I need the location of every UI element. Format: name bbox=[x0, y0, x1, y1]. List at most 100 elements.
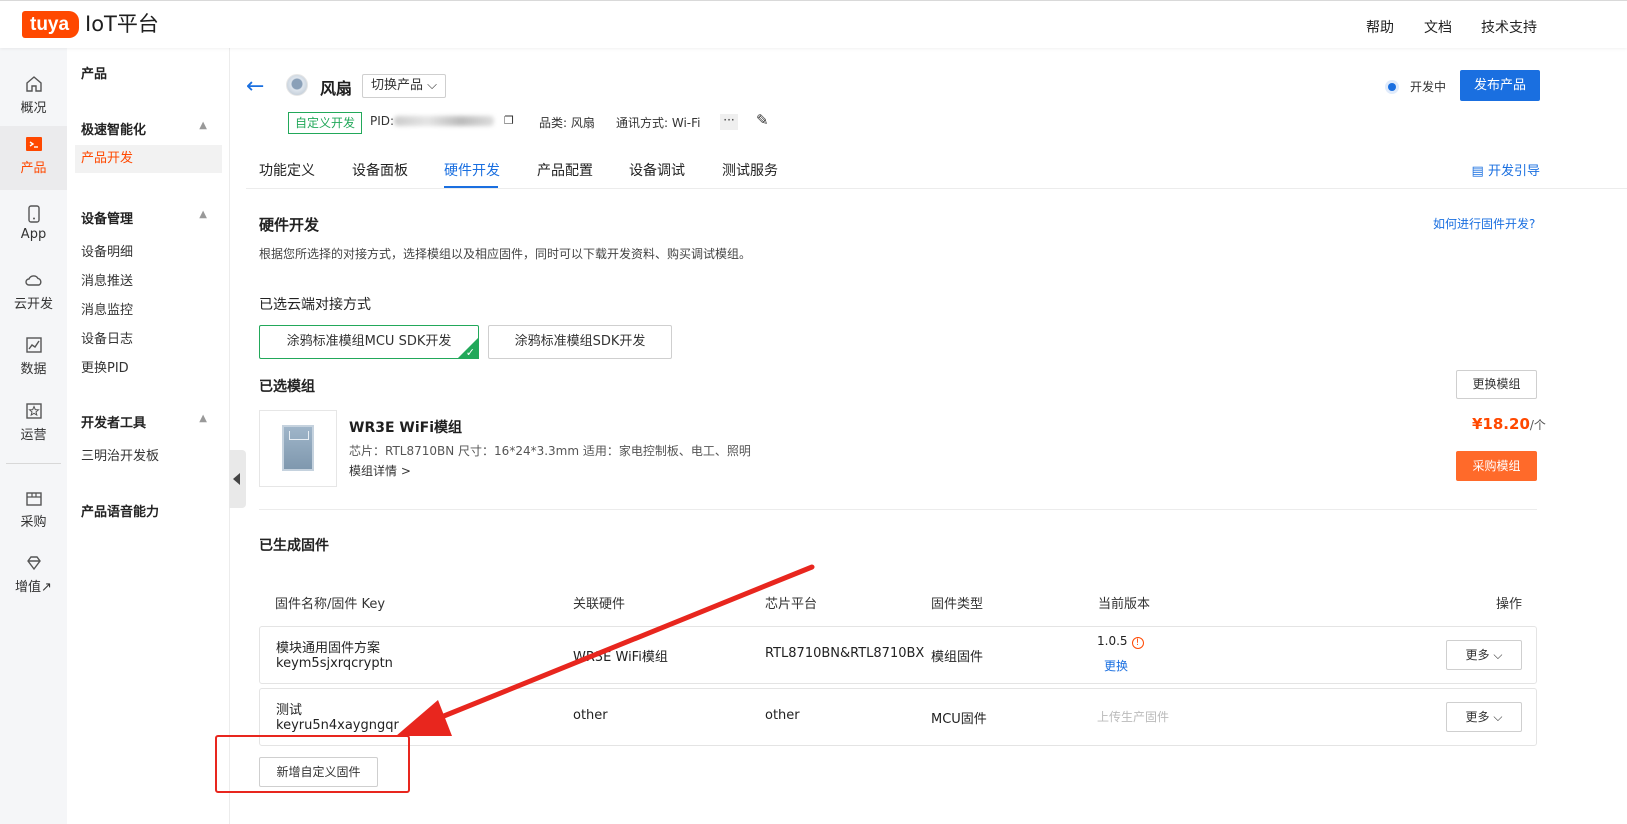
sidebar-item-device-detail[interactable]: 设备明细 bbox=[81, 241, 133, 260]
switch-product-label: 切换产品 bbox=[371, 78, 424, 93]
more-label: 更多 bbox=[1465, 710, 1490, 724]
chevron-down-icon: ⌵ bbox=[1493, 648, 1503, 662]
tab-hardware-dev[interactable]: 硬件开发 bbox=[444, 160, 500, 180]
rail-item-product[interactable]: 产品 bbox=[0, 126, 67, 190]
chevron-up-icon[interactable]: ▲ bbox=[199, 413, 207, 424]
product-fan-icon bbox=[286, 74, 308, 96]
product-sidebar: 产品 极速智能化 ▲ 产品开发 设备管理 ▲ 设备明细 消息推送 消息监控 设备… bbox=[67, 48, 230, 824]
edit-pencil-icon[interactable]: ✎ bbox=[756, 111, 769, 129]
module-image bbox=[259, 410, 337, 487]
tuya-logo[interactable]: tuya bbox=[22, 11, 80, 38]
option-mcu-sdk[interactable]: 涂鸦标准模组MCU SDK开发 ✓ bbox=[259, 325, 479, 359]
rail-divider bbox=[6, 463, 61, 464]
module-price: ¥18.20/个 bbox=[1472, 415, 1546, 433]
tab-device-panel[interactable]: 设备面板 bbox=[352, 160, 408, 180]
chevron-up-icon[interactable]: ▲ bbox=[199, 120, 207, 131]
col-version: 当前版本 bbox=[1098, 597, 1151, 612]
chart-icon bbox=[25, 337, 42, 353]
back-arrow-icon[interactable]: ← bbox=[246, 74, 264, 99]
table-row: 模块通用固件方案 keym5sjxrqcryptn WR3E WiFi模组 RT… bbox=[259, 626, 1537, 684]
sidebar-item-msg-monitor[interactable]: 消息监控 bbox=[81, 299, 133, 318]
rail-item-data[interactable]: 数据 bbox=[0, 327, 67, 387]
dev-guide-link[interactable]: ▤ 开发引导 bbox=[1472, 160, 1540, 179]
col-firmware-name: 固件名称/固件 Key bbox=[275, 597, 386, 612]
rail-item-operation[interactable]: 运营 bbox=[0, 393, 67, 453]
firmware-hardware: WR3E WiFi模组 bbox=[573, 650, 668, 665]
switch-product-dropdown[interactable]: 切换产品 ⌵ bbox=[362, 74, 447, 98]
rail-item-value-added[interactable]: 增值↗ bbox=[0, 545, 67, 605]
option-standard-sdk[interactable]: 涂鸦标准模组SDK开发 bbox=[488, 325, 672, 359]
sidebar-item-change-pid[interactable]: 更换PID bbox=[81, 357, 129, 376]
star-icon bbox=[25, 403, 42, 419]
table-row: 测试 keyru5n4xaygngqr other other MCU固件 上传… bbox=[259, 688, 1537, 746]
chevron-up-icon[interactable]: ▲ bbox=[199, 209, 207, 220]
col-firmware-type: 固件类型 bbox=[931, 597, 984, 612]
buy-module-button[interactable]: 采购模组 bbox=[1456, 451, 1537, 481]
active-tab-indicator bbox=[444, 186, 498, 188]
hardware-desc: 根据您所选择的对接方式，选择模组以及相应固件，同时可以下载开发资料、购买调试模组… bbox=[259, 247, 752, 261]
tab-test-service[interactable]: 测试服务 bbox=[722, 160, 778, 180]
rail-label: 云开发 bbox=[13, 297, 53, 312]
hardware-title: 硬件开发 bbox=[259, 216, 320, 234]
status-dot-icon bbox=[1388, 83, 1396, 91]
sidebar-group-voice[interactable]: 产品语音能力 bbox=[81, 501, 159, 520]
product-tabs: 功能定义 设备面板 硬件开发 产品配置 设备调试 测试服务 ▤ 开发引导 bbox=[246, 148, 1627, 189]
nav-tech-support[interactable]: 技术支持 bbox=[1481, 17, 1537, 37]
more-dots-button[interactable]: ··· bbox=[720, 114, 738, 130]
firmware-help-link[interactable]: 如何进行固件开发? bbox=[1433, 215, 1535, 232]
terminal-icon bbox=[25, 137, 42, 151]
tab-function-def[interactable]: 功能定义 bbox=[259, 160, 315, 180]
sidebar-item-sandwich-board[interactable]: 三明治开发板 bbox=[81, 445, 159, 464]
chevron-down-icon: ⌵ bbox=[427, 78, 438, 93]
module-title: 已选模组 bbox=[259, 379, 315, 395]
comm-method-label: 通讯方式: Wi-Fi bbox=[616, 116, 701, 130]
firmware-type: MCU固件 bbox=[931, 712, 987, 727]
sidebar-item-msg-push[interactable]: 消息推送 bbox=[81, 270, 133, 289]
module-detail-link[interactable]: 模组详情 > bbox=[349, 462, 411, 479]
rail-label: 采购 bbox=[20, 515, 47, 530]
tab-device-debug[interactable]: 设备调试 bbox=[629, 160, 685, 180]
custom-dev-tag: 自定义开发 bbox=[288, 112, 363, 134]
rail-label: 概况 bbox=[20, 101, 47, 116]
sidebar-title: 产品 bbox=[81, 67, 108, 82]
sidebar-collapse-toggle[interactable] bbox=[229, 450, 246, 508]
platform-title: IoT平台 bbox=[85, 12, 159, 36]
rail-label: 运营 bbox=[20, 428, 47, 443]
rail-item-purchase[interactable]: 采购 bbox=[0, 480, 67, 540]
phone-icon bbox=[27, 205, 40, 223]
firmware-name: 测试 bbox=[276, 703, 303, 718]
publish-product-button[interactable]: 发布产品 bbox=[1460, 70, 1540, 101]
version-value: 1.0.5 bbox=[1097, 634, 1128, 648]
info-icon[interactable]: ! bbox=[1131, 637, 1144, 649]
firmware-name: 模块通用固件方案 bbox=[276, 641, 381, 656]
sidebar-group-speed[interactable]: 极速智能化 bbox=[81, 119, 146, 138]
copy-icon[interactable]: ❐ bbox=[504, 114, 514, 127]
change-module-button[interactable]: 更换模组 bbox=[1456, 370, 1537, 399]
more-dropdown-button[interactable]: 更多 ⌵ bbox=[1446, 640, 1522, 670]
more-dropdown-button[interactable]: 更多 ⌵ bbox=[1446, 702, 1522, 732]
sidebar-group-device-mgmt[interactable]: 设备管理 bbox=[81, 208, 133, 227]
replace-version-link[interactable]: 更换 bbox=[1104, 657, 1128, 674]
nav-docs[interactable]: 文档 bbox=[1424, 17, 1452, 37]
sidebar-group-dev-tools[interactable]: 开发者工具 bbox=[81, 412, 146, 431]
firmware-hardware: other bbox=[573, 708, 608, 723]
firmware-type: 模组固件 bbox=[931, 650, 984, 665]
tab-product-config[interactable]: 产品配置 bbox=[537, 160, 593, 180]
nav-help[interactable]: 帮助 bbox=[1366, 17, 1394, 37]
box-icon bbox=[25, 492, 42, 506]
sidebar-item-device-log[interactable]: 设备日志 bbox=[81, 328, 133, 347]
firmware-title: 已生成固件 bbox=[259, 538, 329, 554]
rail-label: App bbox=[20, 227, 47, 242]
rail-label: 增值↗ bbox=[15, 580, 52, 595]
upload-production-firmware: 上传生产固件 bbox=[1097, 710, 1170, 724]
firmware-version: 1.0.5! bbox=[1097, 634, 1144, 649]
rail-item-overview[interactable]: 概况 bbox=[0, 66, 67, 126]
chevron-down-icon: ⌵ bbox=[1493, 710, 1503, 724]
sidebar-item-product-dev[interactable]: 产品开发 bbox=[75, 145, 222, 173]
firmware-key: keym5sjxrqcryptn bbox=[276, 656, 393, 671]
module-spec: 芯片：RTL8710BN 尺寸：16*24*3.3mm 适用：家电控制板、电工、… bbox=[349, 444, 751, 458]
firmware-key: keyru5n4xaygngqr bbox=[276, 718, 399, 733]
rail-item-cloud-dev[interactable]: 云开发 bbox=[0, 262, 67, 322]
rail-item-app[interactable]: App bbox=[0, 196, 67, 256]
price-unit: /个 bbox=[1529, 418, 1546, 432]
